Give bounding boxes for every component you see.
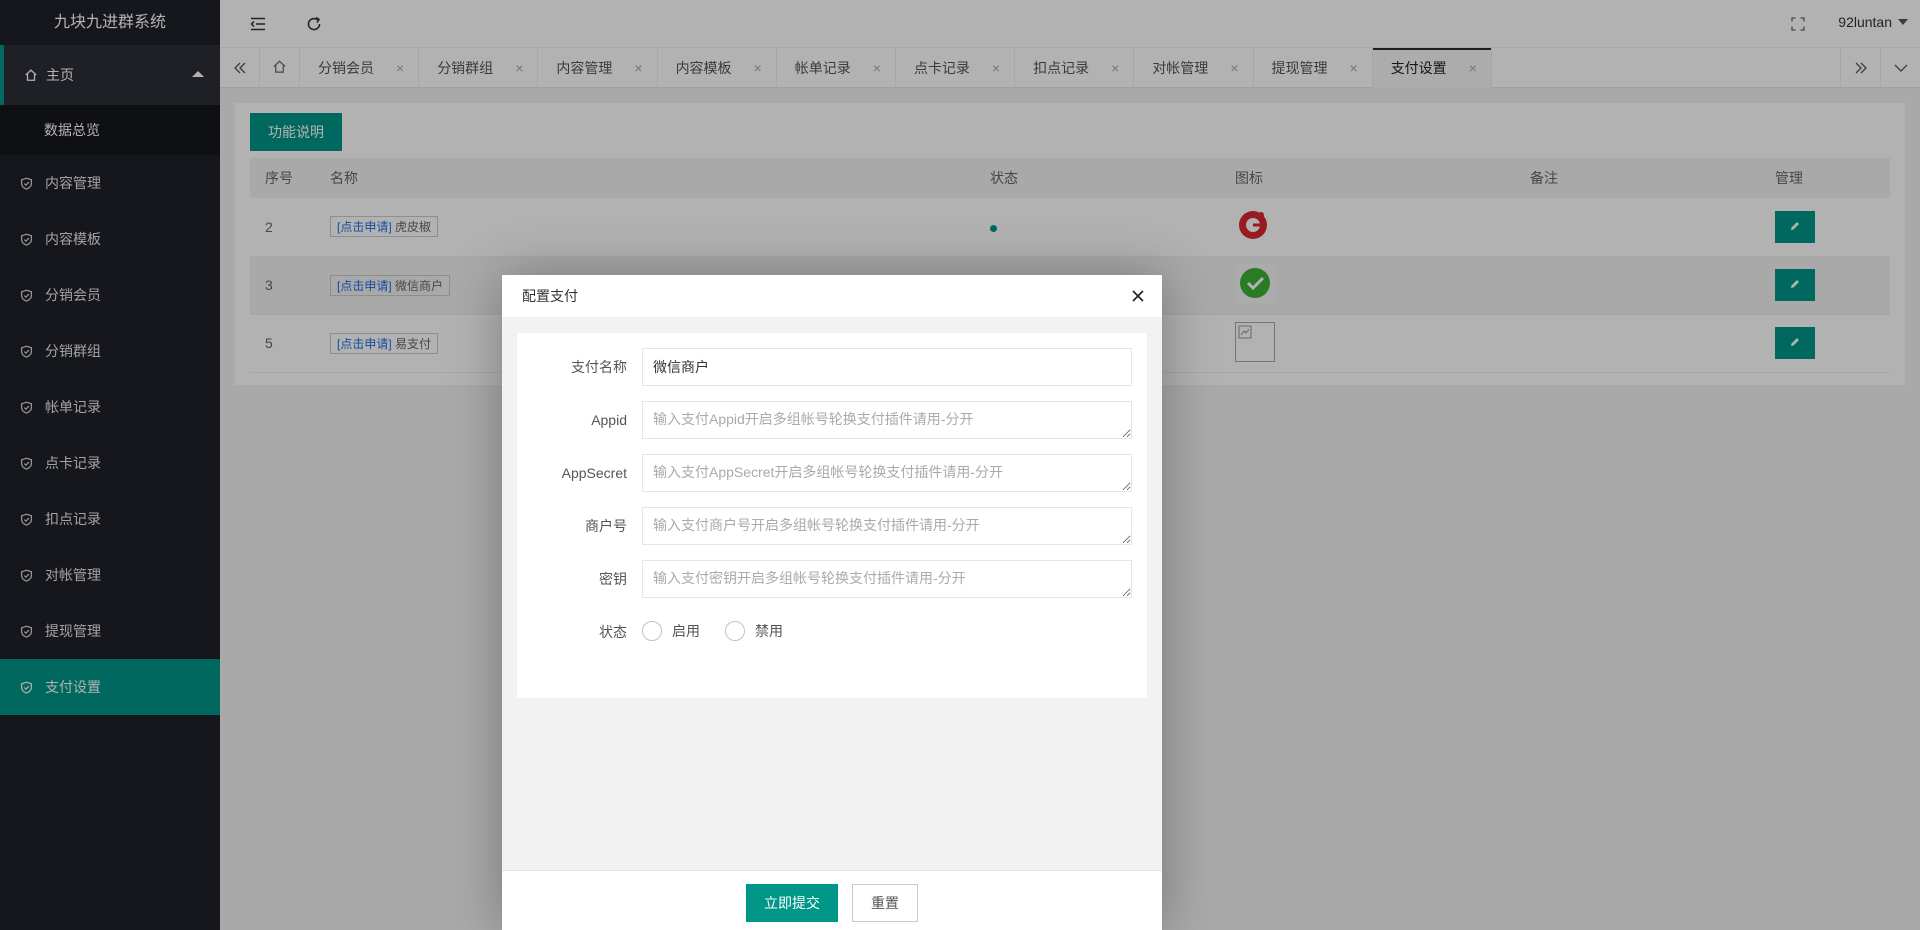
radio-label: 禁用 <box>755 623 783 639</box>
appsecret-textarea[interactable] <box>642 454 1132 492</box>
radio-disable[interactable]: 禁用 <box>725 621 783 641</box>
form-row-appid: Appid <box>517 401 1147 439</box>
merchant-no-label: 商户号 <box>585 518 627 534</box>
form-row-status: 状态 启用 禁用 <box>517 613 1147 651</box>
configure-payment-modal: 配置支付 支付名称 Appid AppSecret 商户号 密钥 状态 <box>502 275 1162 930</box>
pay-name-label: 支付名称 <box>571 359 627 375</box>
pay-name-input[interactable] <box>642 348 1132 386</box>
form-row-secret-key: 密钥 <box>517 560 1147 598</box>
modal-form: 支付名称 Appid AppSecret 商户号 密钥 状态 启用 <box>517 333 1147 698</box>
radio-label: 启用 <box>672 623 700 639</box>
submit-button[interactable]: 立即提交 <box>746 884 838 922</box>
appid-textarea[interactable] <box>642 401 1132 439</box>
radio-circle-icon <box>725 621 745 641</box>
secret-key-textarea[interactable] <box>642 560 1132 598</box>
radio-enable[interactable]: 启用 <box>642 621 700 641</box>
close-icon[interactable] <box>1130 288 1146 304</box>
appsecret-label: AppSecret <box>561 465 627 481</box>
modal-header: 配置支付 <box>502 275 1162 318</box>
form-row-merchant-no: 商户号 <box>517 507 1147 545</box>
merchant-no-textarea[interactable] <box>642 507 1132 545</box>
modal-title: 配置支付 <box>522 288 578 304</box>
modal-footer: 立即提交 重置 <box>502 870 1162 930</box>
form-row-pay-name: 支付名称 <box>517 348 1147 386</box>
secret-key-label: 密钥 <box>599 571 627 587</box>
appid-label: Appid <box>591 412 627 428</box>
form-row-appsecret: AppSecret <box>517 454 1147 492</box>
status-label: 状态 <box>599 624 627 640</box>
reset-button[interactable]: 重置 <box>852 884 918 922</box>
radio-circle-icon <box>642 621 662 641</box>
